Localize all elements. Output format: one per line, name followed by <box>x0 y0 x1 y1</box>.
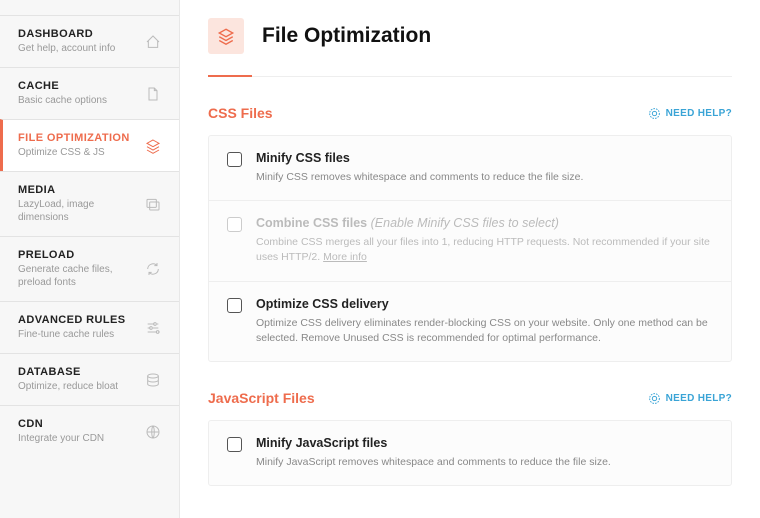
more-info-link[interactable]: More info <box>323 251 367 263</box>
nav-title: PRELOAD <box>18 249 145 261</box>
page-title: File Optimization <box>262 24 431 48</box>
page-icon-box <box>208 18 244 54</box>
option-minify-js: Minify JavaScript files Minify JavaScrip… <box>209 421 731 485</box>
section-header-css: CSS Files NEED HELP? <box>208 105 732 121</box>
checkbox-minify-css[interactable] <box>227 152 242 167</box>
option-desc: Minify CSS removes whitespace and commen… <box>256 170 713 185</box>
nav-item-dashboard[interactable]: DASHBOARD Get help, account info <box>0 15 179 67</box>
nav-title: DATABASE <box>18 366 118 378</box>
globe-icon <box>145 424 161 440</box>
page-header: File Optimization <box>208 18 732 77</box>
nav-item-media[interactable]: MEDIA LazyLoad, image dimensions <box>0 171 179 236</box>
nav-title: DASHBOARD <box>18 28 115 40</box>
option-desc: Minify JavaScript removes whitespace and… <box>256 455 713 470</box>
checkbox-minify-js[interactable] <box>227 437 242 452</box>
nav-item-file-optimization[interactable]: FILE OPTIMIZATION Optimize CSS & JS <box>0 119 179 171</box>
option-desc: Optimize CSS delivery eliminates render-… <box>256 316 713 346</box>
section-title: CSS Files <box>208 105 273 121</box>
home-icon <box>145 34 161 50</box>
option-title: Combine CSS files (Enable Minify CSS fil… <box>256 216 713 230</box>
nav-desc: Get help, account info <box>18 42 115 55</box>
layers-icon <box>217 27 235 45</box>
nav-desc: Basic cache options <box>18 94 107 107</box>
option-desc: Combine CSS merges all your files into 1… <box>256 235 713 265</box>
nav-item-preload[interactable]: PRELOAD Generate cache files, preload fon… <box>0 236 179 301</box>
css-options: Minify CSS files Minify CSS removes whit… <box>208 135 732 362</box>
js-options: Minify JavaScript files Minify JavaScrip… <box>208 420 732 486</box>
nav-title: CDN <box>18 418 104 430</box>
nav-desc: Fine-tune cache rules <box>18 328 125 341</box>
checkbox-combine-css[interactable] <box>227 217 242 232</box>
nav-list: DASHBOARD Get help, account info CACHE Bas… <box>0 15 179 457</box>
help-link[interactable]: NEED HELP? <box>648 107 732 120</box>
nav-desc: Generate cache files, preload fonts <box>18 263 145 289</box>
nav-desc: Optimize, reduce bloat <box>18 380 118 393</box>
main-content: File Optimization CSS Files NEED HELP? M… <box>180 0 760 518</box>
nav-title: MEDIA <box>18 184 145 196</box>
nav-item-database[interactable]: DATABASE Optimize, reduce bloat <box>0 353 179 405</box>
nav-title: CACHE <box>18 80 107 92</box>
option-title: Optimize CSS delivery <box>256 297 713 311</box>
help-icon <box>648 107 661 120</box>
section-title: JavaScript Files <box>208 390 315 406</box>
nav-title: ADVANCED RULES <box>18 314 125 326</box>
option-title: Minify JavaScript files <box>256 436 713 450</box>
nav-item-cdn[interactable]: CDN Integrate your CDN <box>0 405 179 457</box>
images-icon <box>145 196 161 212</box>
file-icon <box>145 86 161 102</box>
option-title: Minify CSS files <box>256 151 713 165</box>
help-label: NEED HELP? <box>666 393 732 404</box>
help-icon <box>648 392 661 405</box>
nav-desc: Integrate your CDN <box>18 432 104 445</box>
sliders-icon <box>145 320 161 336</box>
help-label: NEED HELP? <box>666 108 732 119</box>
help-link[interactable]: NEED HELP? <box>648 392 732 405</box>
option-minify-css: Minify CSS files Minify CSS removes whit… <box>209 136 731 201</box>
refresh-icon <box>145 261 161 277</box>
section-header-js: JavaScript Files NEED HELP? <box>208 390 732 406</box>
checkbox-optimize-css[interactable] <box>227 298 242 313</box>
nav-desc: Optimize CSS & JS <box>18 146 130 159</box>
nav-desc: LazyLoad, image dimensions <box>18 198 145 224</box>
nav-item-cache[interactable]: CACHE Basic cache options <box>0 67 179 119</box>
database-icon <box>145 372 161 388</box>
option-combine-css: Combine CSS files (Enable Minify CSS fil… <box>209 201 731 281</box>
nav-title: FILE OPTIMIZATION <box>18 132 130 144</box>
sidebar: WP ROCKET Superior WordPress Performance… <box>0 0 180 518</box>
option-optimize-css-delivery: Optimize CSS delivery Optimize CSS deliv… <box>209 282 731 361</box>
nav-item-advanced-rules[interactable]: ADVANCED RULES Fine-tune cache rules <box>0 301 179 353</box>
layers-icon <box>145 138 161 154</box>
